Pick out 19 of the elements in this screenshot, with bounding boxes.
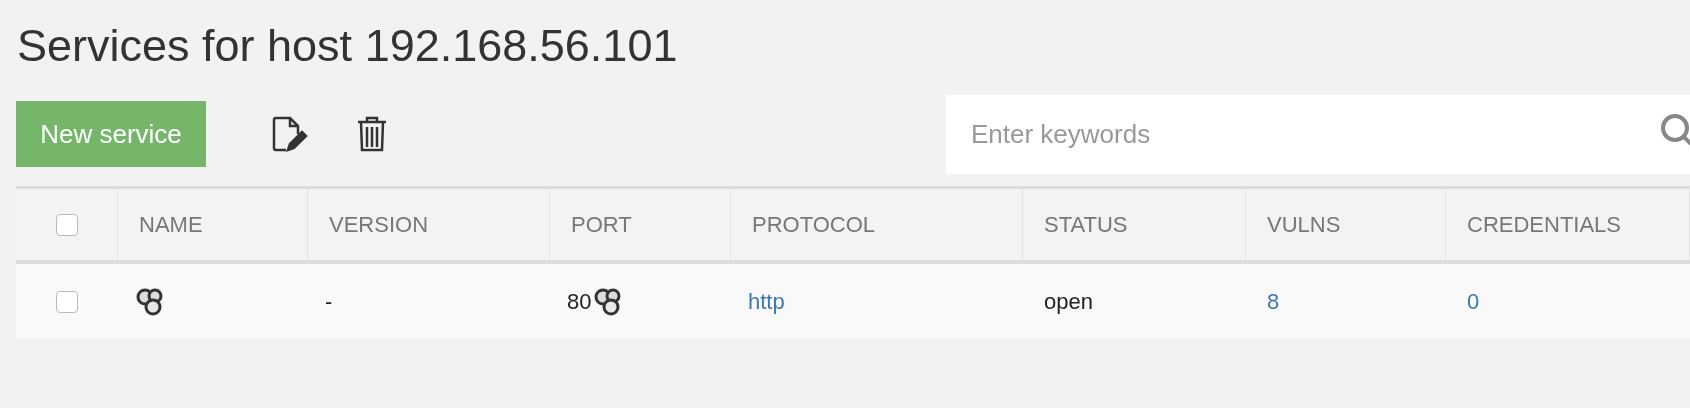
table-cell: open xyxy=(1044,289,1093,314)
column-header: CREDENTIALS xyxy=(1467,211,1622,239)
vulns-link[interactable]: 8 xyxy=(1267,289,1280,314)
trash-icon[interactable] xyxy=(356,114,388,154)
column-header: NAME xyxy=(139,211,203,239)
column-header: VULNS xyxy=(1267,211,1341,239)
table-cell: - xyxy=(325,289,333,314)
page-title: Services for host 192.168.56.101 xyxy=(16,19,679,73)
column-header: VERSION xyxy=(329,211,429,239)
checkbox[interactable] xyxy=(55,213,78,236)
search-field[interactable]: Enter keywords xyxy=(946,94,1690,174)
column-header: PROTOCOL xyxy=(752,211,876,239)
table-cell-text: 80 xyxy=(567,288,592,316)
checkbox[interactable] xyxy=(56,290,78,313)
column-header: PORT xyxy=(571,211,632,239)
new-service-button[interactable]: New service xyxy=(16,101,206,167)
credentials-link[interactable]: 0 xyxy=(1467,289,1480,314)
protocol-link[interactable]: http xyxy=(748,289,785,314)
column-header: STATUS xyxy=(1044,211,1128,239)
